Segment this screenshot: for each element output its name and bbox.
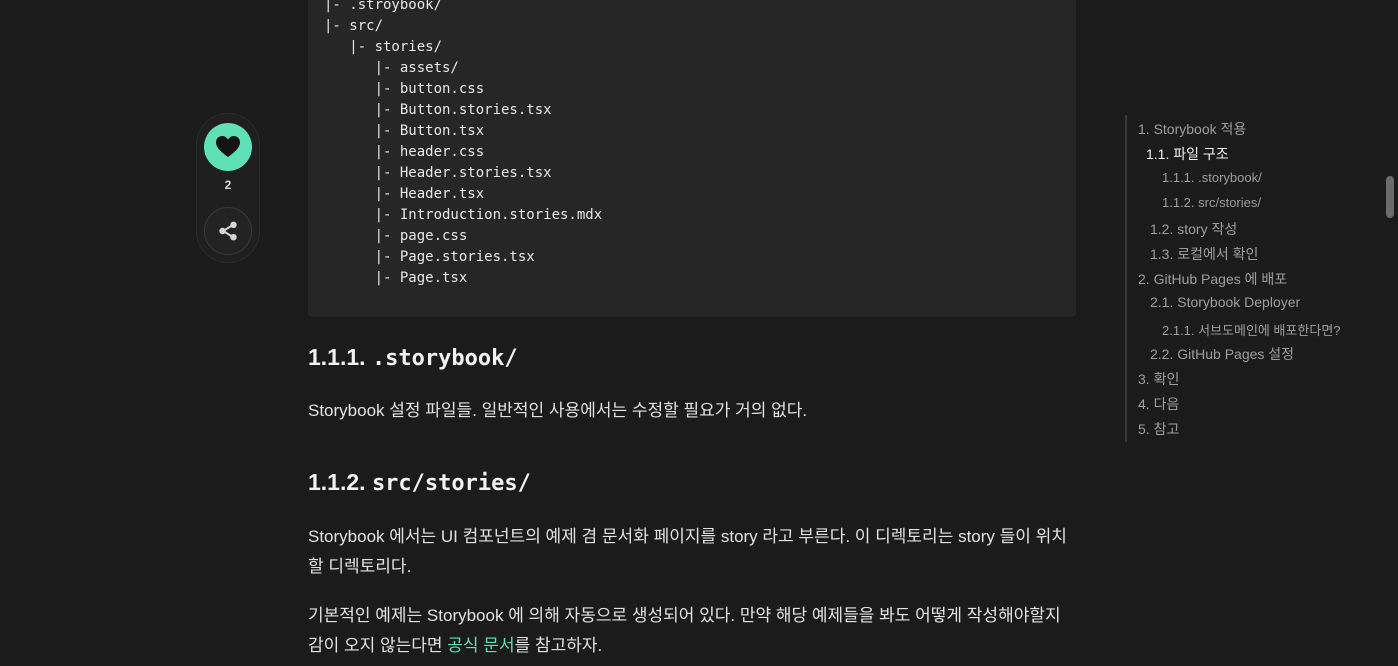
code-line: |- stories/	[324, 39, 443, 55]
heart-icon	[216, 136, 240, 157]
code-line: |- Introduction.stories.mdx	[324, 207, 603, 223]
paragraph: 기본적인 예제는 Storybook 에 의해 자동으로 생성되어 있다. 만약…	[308, 601, 1078, 661]
toc-item[interactable]: 1. Storybook 적용	[1138, 119, 1246, 139]
toc-item[interactable]: 2.1.1. 서브도메인에 배포한다면?	[1162, 320, 1341, 339]
heading-code: src/stories/	[371, 471, 531, 496]
heading-number: 1.1.1.	[308, 344, 366, 370]
code-line: |- header.css	[324, 144, 485, 160]
code-line: |- Page.stories.tsx	[324, 249, 535, 265]
toc-item[interactable]: 2.2. GitHub Pages 설정	[1150, 344, 1294, 364]
toc-item-active[interactable]: 1.1. 파일 구조	[1146, 144, 1229, 164]
toc-item[interactable]: 5. 참고	[1138, 419, 1179, 439]
toc-item[interactable]: 2.1. Storybook Deployer	[1150, 294, 1300, 310]
code-line: |- button.css	[324, 81, 485, 97]
section-heading-src-stories: 1.1.2. src/stories/	[308, 469, 531, 496]
table-of-contents: 1. Storybook 적용 1.1. 파일 구조 1.1.1. .story…	[1125, 115, 1341, 442]
code-line: |- .stroybook/	[324, 0, 443, 13]
code-line: |- src/	[324, 18, 384, 34]
toc-item[interactable]: 2. GitHub Pages 에 배포	[1138, 269, 1287, 289]
section-heading-storybook: 1.1.1. .storybook/	[308, 344, 518, 371]
toc-item[interactable]: 1.2. story 작성	[1150, 219, 1237, 239]
paragraph: Storybook 설정 파일들. 일반적인 사용에서는 수정할 필요가 거의 …	[308, 401, 808, 420]
code-line: |- Button.stories.tsx	[324, 102, 552, 118]
code-line: |- assets/	[324, 60, 459, 76]
heading-code: .storybook/	[371, 346, 518, 371]
code-line: |- Button.tsx	[324, 123, 485, 139]
like-button[interactable]	[204, 123, 252, 171]
code-line: |- Header.stories.tsx	[324, 165, 552, 181]
heading-number: 1.1.2.	[308, 469, 366, 495]
paragraph-text: 기본적인 예제는 Storybook 에 의해 자동으로 생성되어 있다. 만약…	[308, 606, 1061, 655]
toc-item[interactable]: 1.1.1. .storybook/	[1162, 170, 1262, 185]
toc-item[interactable]: 4. 다음	[1138, 394, 1179, 414]
scrollbar-thumb[interactable]	[1386, 176, 1394, 218]
toc-item[interactable]: 1.3. 로컬에서 확인	[1150, 244, 1258, 264]
code-line: |- Header.tsx	[324, 186, 485, 202]
official-docs-link[interactable]: 공식 문서	[447, 636, 514, 655]
toc-item[interactable]: 1.1.2. src/stories/	[1162, 195, 1261, 210]
share-button[interactable]	[204, 207, 252, 255]
code-content: |- .stroybook/ |- src/ |- stories/ |- ass…	[324, 0, 602, 289]
code-line: |- page.css	[324, 228, 468, 244]
reaction-widget: 2	[196, 113, 260, 263]
like-count: 2	[224, 178, 232, 192]
share-icon	[219, 221, 237, 241]
toc-item[interactable]: 3. 확인	[1138, 369, 1179, 389]
paragraph-text: 를 참고하자.	[514, 636, 603, 655]
code-block: |- .stroybook/ |- src/ |- stories/ |- ass…	[308, 0, 1076, 317]
paragraph: Storybook 에서는 UI 컴포넌트의 예제 겸 문서화 페이지를 sto…	[308, 527, 1067, 576]
code-line: |- Page.tsx	[324, 270, 468, 286]
